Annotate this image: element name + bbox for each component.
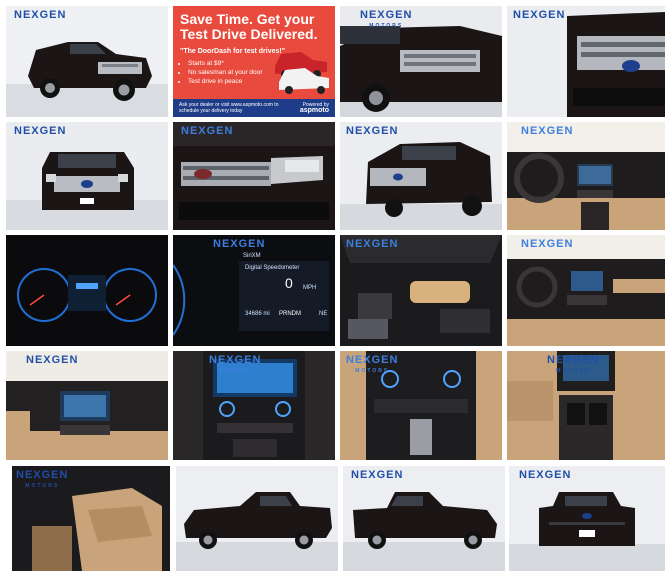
ad-headline: Save Time. Get your Test Drive Delivered… <box>180 11 318 42</box>
dealer-logo: NEXGEN MOTORS <box>346 354 399 375</box>
truck-image <box>507 6 665 117</box>
truck-image <box>176 466 338 571</box>
dealer-logo: NEXGEN <box>346 125 399 137</box>
photo-thumb-center-console[interactable]: NEXGEN <box>6 351 168 460</box>
dealer-logo: NEXGEN MOTORS <box>547 354 600 375</box>
truck-image <box>340 122 502 230</box>
photo-thumb-front-close[interactable]: NEXGEN MOTORS <box>340 6 502 117</box>
ad-footer-text: Ask your dealer or visit www.aspmoto.com… <box>179 102 279 114</box>
photo-thumb-interior-wide[interactable]: NEXGEN <box>507 235 665 346</box>
speed-unit: MPH <box>303 285 317 291</box>
speed-value: 0 <box>285 275 293 291</box>
truck-image <box>509 466 665 571</box>
dealer-logo: NEXGEN <box>213 238 266 250</box>
photo-thumb-gauge-cluster[interactable] <box>6 235 168 346</box>
photo-thumb-front[interactable]: NEXGEN <box>6 122 168 230</box>
odometer: 34686 mi <box>245 311 270 317</box>
photo-gallery-grid: NEXGEN Save Time. Get your Test Drive De… <box>0 0 665 571</box>
photo-thumb-rear[interactable]: NEXGEN <box>509 466 665 571</box>
cluster-app-label: SiriXM <box>243 253 261 259</box>
truck-image <box>173 122 335 230</box>
interior-image <box>6 351 168 460</box>
ad-brand: aspmoto <box>299 107 329 114</box>
gauge-cluster-image <box>6 235 168 346</box>
photo-thumb-driver-side[interactable] <box>176 466 338 571</box>
photo-thumb-grille-detail[interactable]: NEXGEN <box>173 122 335 230</box>
photo-thumb-front-three-quarter[interactable]: NEXGEN <box>6 6 168 117</box>
cluster-title: Digital Speedometer <box>245 265 300 271</box>
interior-image <box>507 122 665 230</box>
photo-thumb-digital-speedometer[interactable]: NEXGEN SiriXM Digital Speedometer 0 MPH … <box>173 235 335 346</box>
photo-thumb-grille-close[interactable]: NEXGEN <box>507 6 665 117</box>
photo-thumb-climate-controls[interactable]: NEXGEN MOTORS <box>340 351 502 460</box>
truck-image <box>343 466 505 571</box>
interior-image <box>507 235 665 346</box>
photo-thumb-console-tan[interactable]: NEXGEN MOTORS <box>507 351 665 460</box>
dealer-logo: NEXGEN <box>181 125 234 137</box>
dealer-logo: NEXGEN MOTORS <box>209 354 262 375</box>
gear-indicator: PRNDM <box>279 311 301 317</box>
compass-heading: NE <box>319 311 328 317</box>
ad-powered-by: Powered by aspmoto <box>300 102 329 114</box>
photo-thumb-front-angle[interactable]: NEXGEN <box>340 122 502 230</box>
photo-thumb-infotainment[interactable]: NEXGEN MOTORS <box>173 351 335 460</box>
dealer-logo: NEXGEN <box>346 238 399 250</box>
dealer-logo: NEXGEN <box>14 9 67 21</box>
dealer-logo: NEXGEN <box>26 354 79 366</box>
photo-thumb-passenger-side[interactable]: NEXGEN <box>343 466 505 571</box>
dealer-logo: NEXGEN <box>521 125 574 137</box>
truck-image <box>6 122 168 230</box>
dealer-logo: NEXGEN MOTORS <box>360 9 413 30</box>
dealer-logo: NEXGEN <box>14 125 67 137</box>
advertisement-banner[interactable]: Save Time. Get your Test Drive Delivered… <box>173 6 335 117</box>
photo-thumb-engine-bay[interactable]: NEXGEN <box>340 235 502 346</box>
dealer-logo: NEXGEN MOTORS <box>16 469 69 490</box>
engine-image <box>340 235 502 346</box>
dealer-logo: NEXGEN <box>513 9 566 21</box>
truck-image <box>6 6 168 117</box>
ad-footer: Ask your dealer or visit www.aspmoto.com… <box>173 99 335 117</box>
dealer-logo: NEXGEN <box>519 469 572 481</box>
dealer-logo: NEXGEN <box>351 469 404 481</box>
dealer-logo: NEXGEN <box>521 238 574 250</box>
ad-trucks-image <box>275 52 329 94</box>
photo-thumb-interior-dash[interactable]: NEXGEN <box>507 122 665 230</box>
photo-thumb-seats[interactable]: NEXGEN MOTORS <box>12 466 170 571</box>
